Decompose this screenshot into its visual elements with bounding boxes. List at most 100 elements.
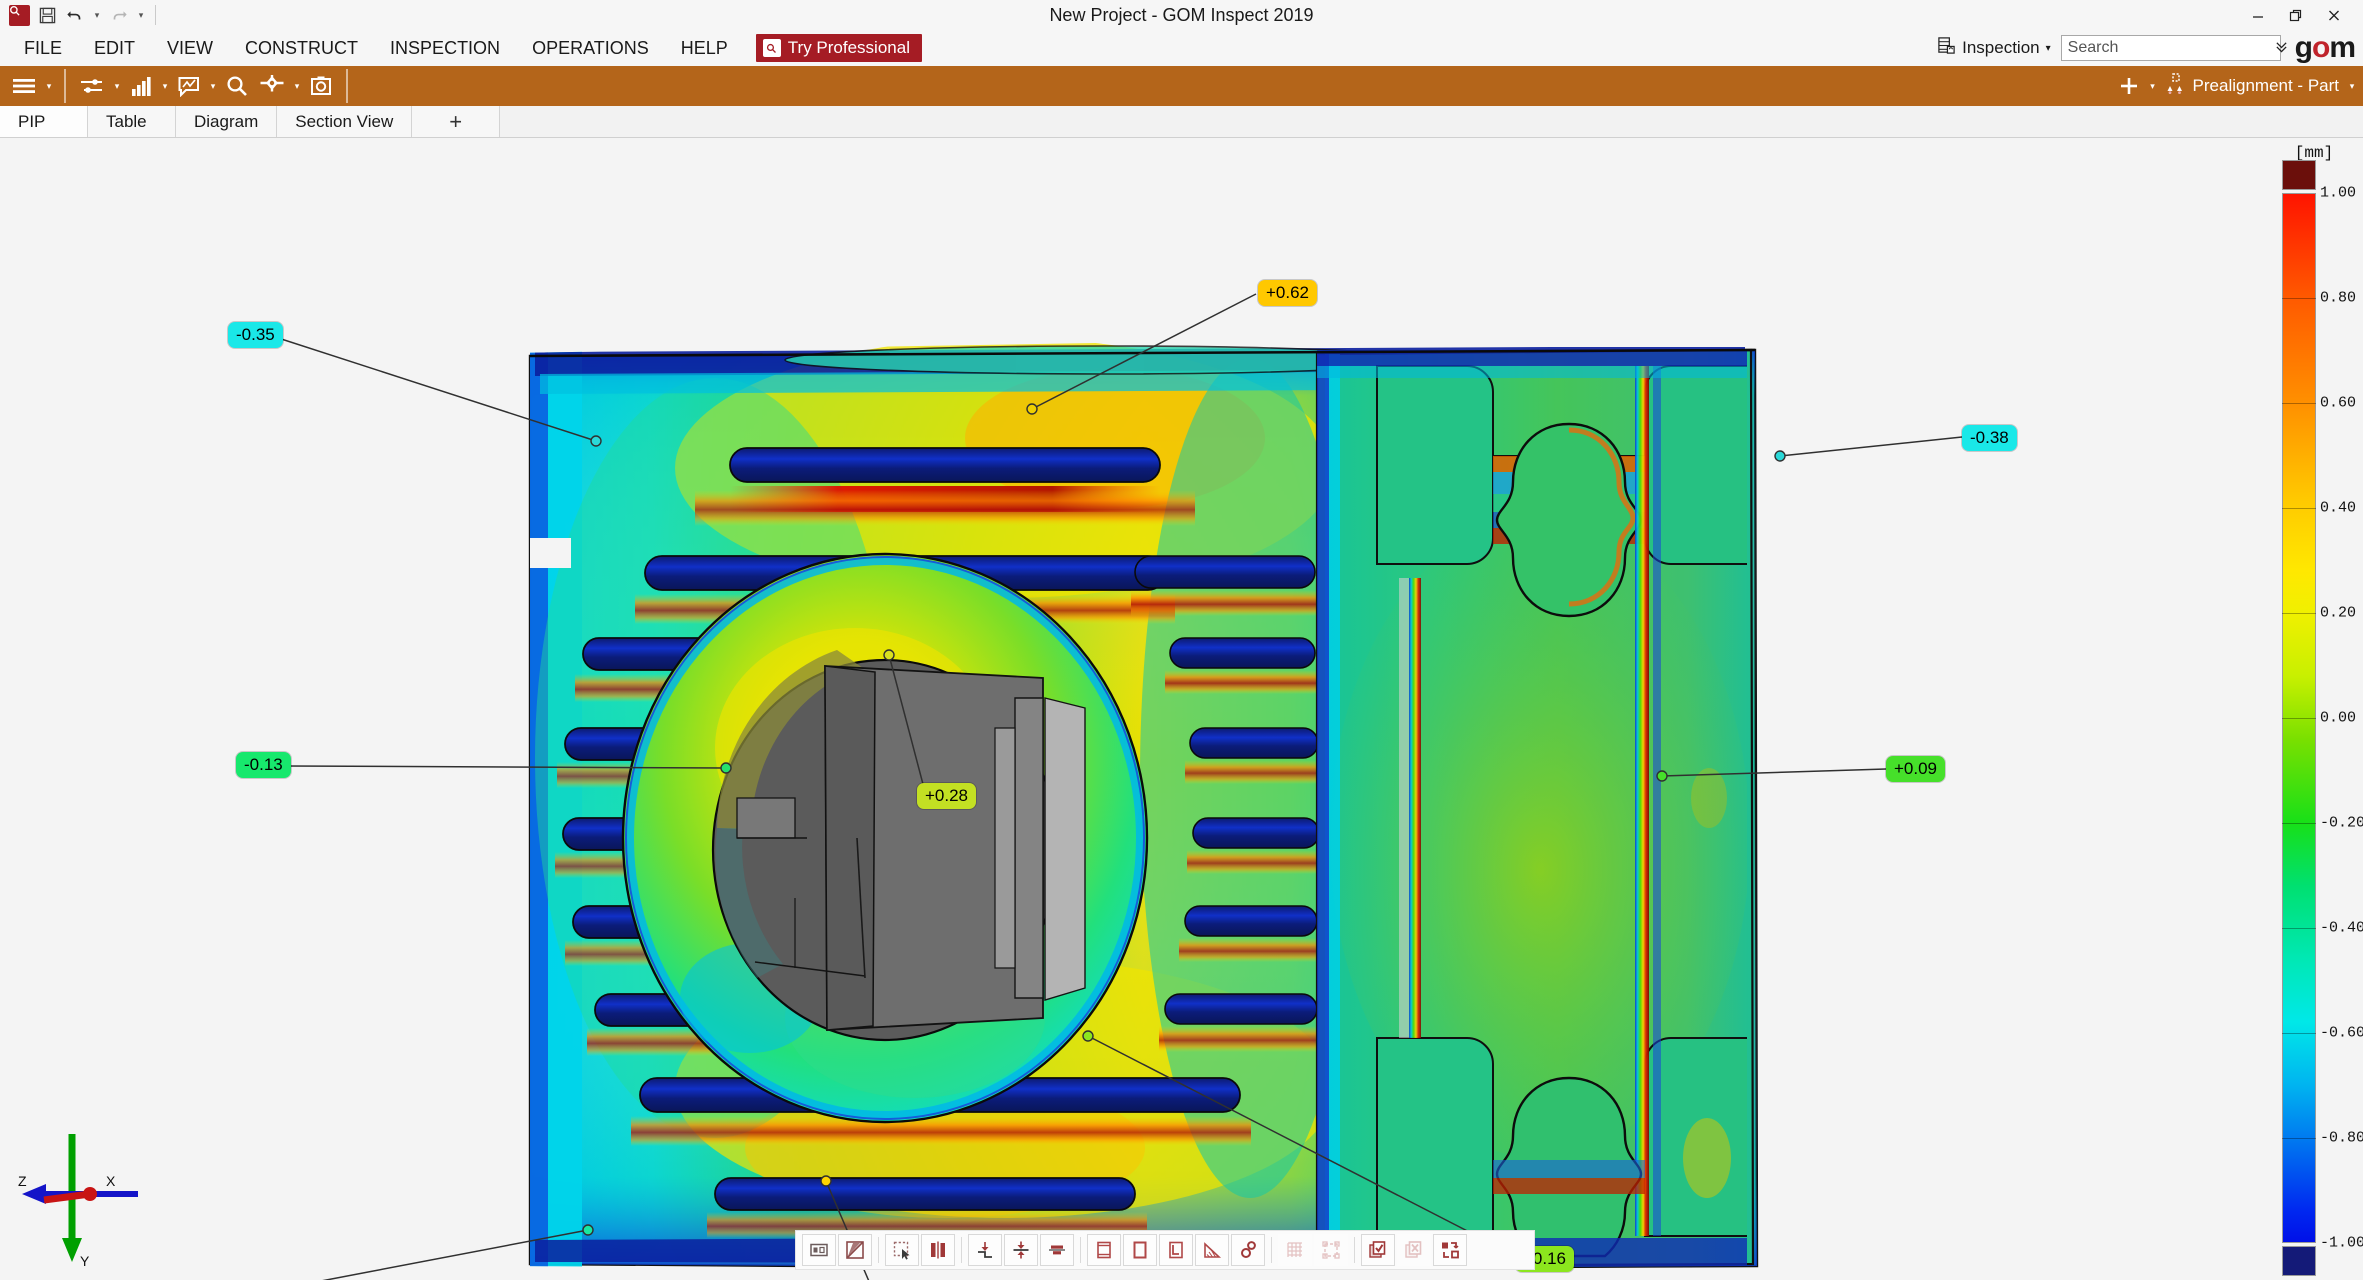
legend-cap-under[interactable] [2282,1246,2316,1276]
deviation-label-6[interactable]: +0.28 [917,783,977,809]
gom-logo: gom [2295,31,2356,64]
deviation-label-2[interactable]: -0.35 [228,322,283,348]
deviation-value-6: +0.28 [925,786,969,805]
axis-label-y: Y [80,1253,90,1269]
prealignment-button[interactable]: Prealignment - Part [2160,72,2345,100]
deviation-value-2: -0.35 [236,325,275,344]
menu-bar-right: Inspection ▾ gom [1933,30,2356,66]
annotation-caret-icon[interactable]: ▾ [206,69,220,103]
mirror-icon[interactable] [921,1234,955,1266]
inspection-caret-icon[interactable]: ▾ [2046,43,2051,54]
arrange-icon[interactable] [1433,1234,1467,1266]
chart-icon[interactable] [124,69,158,103]
restore-button[interactable] [2277,2,2315,28]
add-element-button[interactable] [2112,69,2146,103]
link-icon[interactable] [1231,1234,1265,1266]
zoom-icon[interactable] [220,69,254,103]
tab-add-button[interactable]: + [412,106,501,137]
menu-item-list: FILE EDIT VIEW CONSTRUCT INSPECTION OPER… [8,30,922,66]
try-professional-button[interactable]: Try Professional [755,34,922,62]
minimize-button[interactable] [2239,2,2277,28]
fit-page-icon[interactable] [1123,1234,1157,1266]
tab-pip[interactable]: PIP [0,106,88,137]
bore-feature [621,552,1149,1124]
close-button[interactable] [2315,2,2353,28]
legend-tick-labels: 1.00 0.80 0.60 0.40 0.20 0.00 -0.20 -0.4… [2320,138,2363,1280]
gom-logo-o: o [2311,31,2330,64]
target-icon[interactable] [254,69,290,103]
ribbon-toolbar: ▾ ▾ ▾ ▾ ▾ ▾ Prealignment - Part ▾ [0,66,2363,106]
color-legend[interactable]: [mm] 1.00 0.80 0.60 0.40 0.20 0.00 -0.20… [2268,138,2363,1280]
legend-tick-11: -1.00 [2320,1234,2363,1252]
toggle-panel-icon[interactable] [802,1234,836,1266]
grid-icon[interactable] [1278,1234,1312,1266]
rectangle-select-icon[interactable] [885,1234,919,1266]
alignment-caret-icon[interactable]: ▾ [110,69,124,103]
legend-tick-2: 0.80 [2320,289,2357,307]
legend-tick-10: -0.80 [2320,1129,2363,1147]
try-professional-search-icon [762,39,781,57]
deviation-label-1[interactable]: +0.62 [1258,280,1318,306]
menu-item-construct[interactable]: CONSTRUCT [229,30,374,66]
main-menu-icon[interactable] [6,69,42,103]
tab-table[interactable]: Table [88,106,176,137]
target-caret-icon[interactable]: ▾ [290,69,304,103]
alignment-icon[interactable] [74,69,110,103]
cover-panel [1315,348,1755,1268]
window-controls [2239,0,2353,30]
align-bottom-icon[interactable] [968,1234,1002,1266]
legend-tick-9: -0.60 [2320,1024,2363,1042]
deviation-label-3[interactable]: -0.38 [1962,425,2017,451]
deviation-label-5[interactable]: +0.09 [1886,756,1946,782]
prealignment-caret-icon[interactable]: ▾ [2345,69,2359,103]
menu-item-view[interactable]: VIEW [151,30,229,66]
search-dropdown-icon[interactable] [2275,40,2288,56]
prealignment-icon [2166,72,2186,100]
toolbar-separator-5 [1354,1237,1355,1263]
deviation-value-4: -0.13 [244,755,283,774]
legend-tick-6: 0.00 [2320,709,2357,727]
ribbon-right-group: ▾ Prealignment - Part ▾ [2112,66,2359,106]
3d-viewport[interactable]: Y Z X +0.62 -0.35 -0.38 -0.13 +0.09 +0.2… [0,138,2268,1280]
add-element-caret-icon[interactable]: ▾ [2146,69,2160,103]
window-title: New Project - GOM Inspect 2019 [1049,5,1314,25]
inspection-mode-button[interactable]: Inspection ▾ [1933,36,2055,60]
measure-angle-icon[interactable] [1195,1234,1229,1266]
deviation-label-4[interactable]: -0.13 [236,752,291,778]
search-input[interactable] [2067,39,2275,57]
view-tools-toolbar [795,1230,1535,1270]
tab-diagram[interactable]: Diagram [176,106,278,137]
main-menu-caret-icon[interactable]: ▾ [42,69,56,103]
menu-item-edit[interactable]: EDIT [78,30,151,66]
shading-mode-icon[interactable] [838,1234,872,1266]
align-center-h-icon[interactable] [1040,1234,1074,1266]
prealignment-label: Prealignment - Part [2192,76,2339,95]
snapshot-icon[interactable] [304,69,338,103]
legend-tick-5: 0.20 [2320,604,2357,622]
deviation-value-5: +0.09 [1894,759,1938,778]
chart-caret-icon[interactable]: ▾ [158,69,172,103]
check-all-icon[interactable] [1361,1234,1395,1266]
align-center-v-icon[interactable] [1004,1234,1038,1266]
deviation-color-map[interactable] [0,138,2268,1280]
menu-item-operations[interactable]: OPERATIONS [516,30,665,66]
application-window: ▾ ▾ New Project - GOM Inspect 2019 FILE … [0,0,2363,1280]
part-geometry [528,343,1759,1270]
coordinate-axis-triad: Y Z X [10,1122,160,1272]
legend-tick-4: 0.40 [2320,499,2357,517]
legend-tick-1: 1.00 [2320,184,2357,202]
search-box[interactable] [2060,35,2287,61]
uncheck-all-icon[interactable] [1397,1234,1431,1266]
menu-item-inspection[interactable]: INSPECTION [374,30,516,66]
annotation-icon[interactable] [172,69,206,103]
legend-cap-over[interactable] [2282,160,2316,190]
tab-section-view[interactable]: Section View [277,106,413,137]
fit-corner-icon[interactable] [1159,1234,1193,1266]
deviation-value-1: +0.62 [1266,283,1310,302]
fit-height-icon[interactable] [1087,1234,1121,1266]
bounding-box-icon[interactable] [1314,1234,1348,1266]
ribbon-separator-2 [346,69,348,103]
inspection-label: Inspection [1962,38,2040,57]
menu-item-help[interactable]: HELP [665,30,744,66]
menu-item-file[interactable]: FILE [8,30,78,66]
